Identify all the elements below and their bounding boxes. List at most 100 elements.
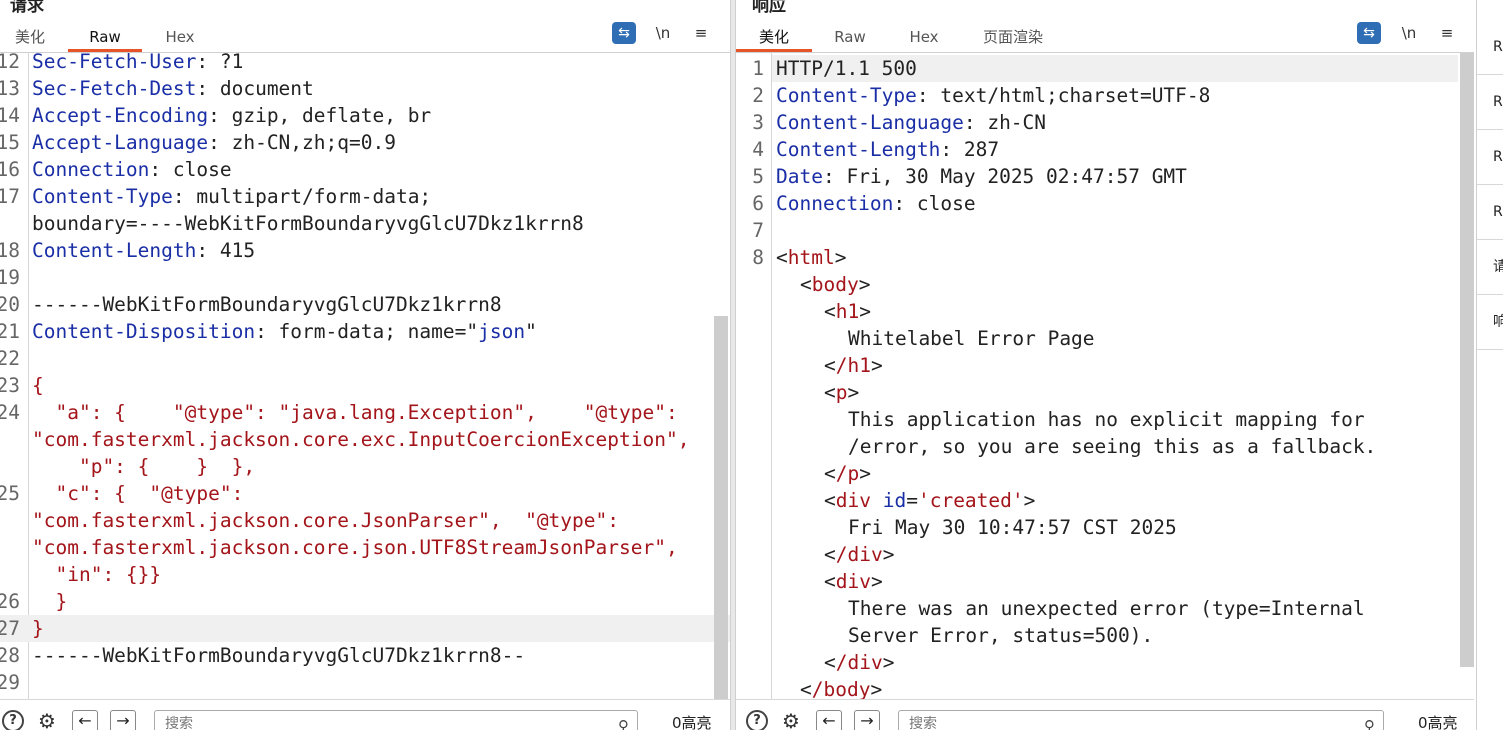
header-separator: : <box>963 111 988 134</box>
inspector-tab[interactable]: 请 <box>1477 240 1503 295</box>
header-value: close <box>916 192 976 215</box>
code-line: 15 Accept-Language: zh-CN,zh;q=0.9 <box>0 129 730 156</box>
param-quote: " <box>525 320 537 343</box>
tag-name: /body <box>811 678 871 701</box>
code-line: 2 Content-Type: text/html;charset=UTF-8 <box>736 82 1474 109</box>
body-text: HTTP/1.1 500 <box>776 57 917 80</box>
header-name: Content-Language <box>776 111 964 134</box>
code-line: 5 Date: Fri, 30 May 2025 02:47:57 GMT <box>736 163 1474 190</box>
menu-icon[interactable]: ≡ <box>1436 22 1458 46</box>
line-number: 17 <box>0 185 20 208</box>
header-separator: : <box>822 165 847 188</box>
line-content: Content-Language: zh-CN <box>776 109 1046 136</box>
tag-open-bracket: < <box>824 300 836 323</box>
header-value: ------WebKitFormBoundaryvgGlcU7Dkz1krrn8… <box>32 644 526 667</box>
inspector-tab[interactable]: 响 <box>1477 295 1503 350</box>
tag-close-bracket: > <box>882 543 895 566</box>
tab-render[interactable]: 页面渲染 <box>980 26 1046 52</box>
response-scrollbar[interactable] <box>1460 53 1474 667</box>
inspector-tab[interactable]: R <box>1477 75 1503 130</box>
prev-button[interactable]: ← <box>816 710 842 730</box>
tag-name: div <box>835 489 871 512</box>
header-name: Content-Type <box>776 84 917 107</box>
tag-name: body <box>811 273 859 296</box>
json-text: "a": { "@type": "java.lang.Exception", "… <box>32 401 678 424</box>
gear-icon[interactable]: ⚙ <box>36 710 58 730</box>
request-scrollbar[interactable] <box>714 316 728 700</box>
wrap-lines-icon[interactable]: ⇆ <box>612 22 636 44</box>
body-text: Server Error, status=500). <box>848 624 1154 647</box>
line-content: Content-Type: multipart/form-data; <box>32 183 431 210</box>
line-content: /error, so you are seeing this as a fall… <box>848 433 1376 460</box>
line-content: HTTP/1.1 500 <box>776 55 917 82</box>
response-editor[interactable]: 1 HTTP/1.1 500 2 Content-Type: text/html;ch… <box>736 53 1474 701</box>
code-line: "com.fasterxml.jackson.core.exc.InputCoe… <box>0 426 730 453</box>
help-icon[interactable]: ? <box>746 710 768 730</box>
response-title: 响应 <box>752 0 786 16</box>
tag-close-bracket: > <box>859 300 871 323</box>
line-content: <body> <box>800 271 870 298</box>
line-content: ------WebKitFormBoundaryvgGlcU7Dkz1krrn8 <box>32 291 502 318</box>
tab-hex[interactable]: Hex <box>904 26 944 52</box>
body-text: There was an unexpected error (type=Inte… <box>848 597 1365 620</box>
inspector-tab[interactable]: R <box>1477 130 1503 185</box>
tag-name: div <box>835 570 871 593</box>
header-name: Content-Length <box>776 138 941 161</box>
tag-name: /h1 <box>835 354 871 377</box>
request-search-bar: ? ⚙ ← → 搜索 ⚲ 0高亮 <box>0 699 730 730</box>
line-content: } <box>32 588 67 615</box>
menu-icon[interactable]: ≡ <box>690 22 712 46</box>
line-content: boundary=----WebKitFormBoundaryvgGlcU7Dk… <box>32 210 584 237</box>
response-search-bar: ? ⚙ ← → 搜索 ⚲ 0高亮 <box>736 699 1474 730</box>
request-editor[interactable]: 12 Sec-Fetch-User: ?1 13 Sec-Fetch-Dest: do… <box>0 50 730 700</box>
code-line: Fri May 30 10:47:57 CST 2025 <box>736 514 1474 541</box>
next-button[interactable]: → <box>854 710 880 730</box>
show-newlines-button[interactable]: \n <box>652 22 674 46</box>
line-content: "c": { "@type": <box>32 480 243 507</box>
request-title: 请求 <box>10 0 44 16</box>
line-content: Sec-Fetch-Dest: document <box>32 75 314 102</box>
next-button[interactable]: → <box>110 710 136 730</box>
json-text: "in": {}} <box>32 563 162 586</box>
inspector-tab[interactable]: R <box>1477 185 1503 240</box>
inspector-tab[interactable]: R <box>1477 20 1503 75</box>
code-line: </div> <box>736 649 1474 676</box>
line-content: <html> <box>776 244 846 271</box>
search-placeholder: 搜索 <box>165 716 193 730</box>
code-line: 24 "a": { "@type": "java.lang.Exception"… <box>0 399 730 426</box>
tab-pretty[interactable]: 美化 <box>736 26 812 52</box>
wrap-lines-icon[interactable]: ⇆ <box>1357 22 1381 44</box>
line-content: } <box>32 615 44 642</box>
header-value: ?1 <box>219 50 244 73</box>
code-line: <div> <box>736 568 1474 595</box>
header-separator: : <box>940 138 964 161</box>
tag-open-bracket: < <box>824 354 836 377</box>
response-search-input[interactable]: 搜索 ⚲ <box>898 710 1384 730</box>
code-line: 6 Connection: close <box>736 190 1474 217</box>
line-content: <h1> <box>824 298 871 325</box>
line-number: 18 <box>0 239 20 262</box>
header-value: zh-CN,zh;q=0.9 <box>231 131 396 154</box>
help-icon[interactable]: ? <box>2 710 24 730</box>
show-newlines-button[interactable]: \n <box>1398 22 1420 46</box>
line-content: Content-Disposition: form-data; name="js… <box>32 318 537 345</box>
tag-name: p <box>835 381 848 404</box>
code-line: 20 ------WebKitFormBoundaryvgGlcU7Dkz1krr… <box>0 291 730 318</box>
tab-raw[interactable]: Raw <box>830 26 870 52</box>
code-line: Whitelabel Error Page <box>736 325 1474 352</box>
line-content: Fri May 30 10:47:57 CST 2025 <box>848 514 1177 541</box>
tag-open-bracket: < <box>824 543 836 566</box>
header-value: 287 <box>963 138 1000 161</box>
gear-icon[interactable]: ⚙ <box>780 710 802 730</box>
line-content: Date: Fri, 30 May 2025 02:47:57 GMT <box>776 163 1187 190</box>
line-number: 20 <box>0 293 20 316</box>
line-number: 3 <box>752 111 764 134</box>
body-text: Whitelabel Error Page <box>848 327 1095 350</box>
code-line: 14 Accept-Encoding: gzip, deflate, br <box>0 102 730 129</box>
code-line: 17 Content-Type: multipart/form-data; <box>0 183 730 210</box>
line-number: 25 <box>0 482 20 505</box>
prev-button[interactable]: ← <box>72 710 98 730</box>
line-content: This application has no explicit mapping… <box>848 406 1365 433</box>
request-search-input[interactable]: 搜索 ⚲ <box>154 710 638 730</box>
tag-close-bracket: > <box>870 678 883 701</box>
